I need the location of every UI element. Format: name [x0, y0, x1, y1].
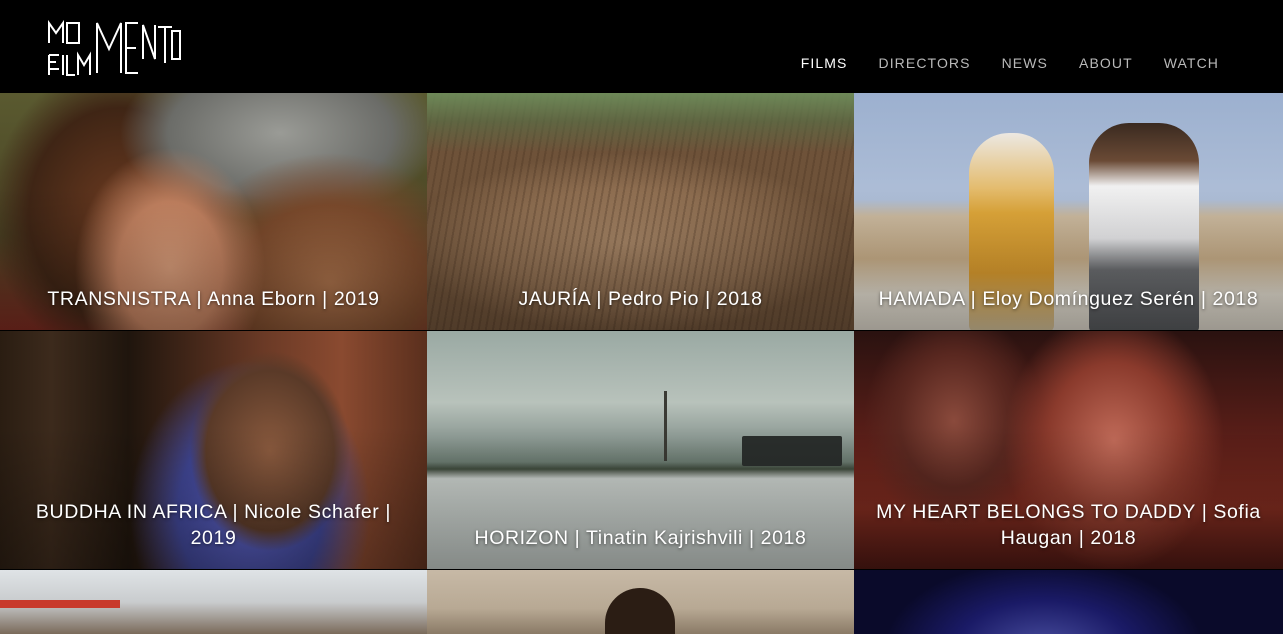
film-caption: JAURÍA | Pedro Pio | 2018 [518, 288, 763, 310]
nav-about[interactable]: ABOUT [1079, 54, 1133, 72]
film-tile-horizon[interactable]: HORIZON | Tinatin Kajrishvili | 2018 [427, 331, 854, 569]
main-nav: FILMS DIRECTORS NEWS ABOUT WATCH [801, 54, 1219, 72]
nav-directors[interactable]: DIRECTORS [878, 54, 970, 72]
film-tile-my-heart-belongs-to-daddy[interactable]: MY HEART BELONGS TO DADDY | Sofia Haugan… [854, 331, 1283, 569]
film-tile-row3-3[interactable] [854, 570, 1283, 634]
nav-watch[interactable]: WATCH [1164, 54, 1219, 72]
film-caption: MY HEART BELONGS TO DADDY | Sofia Haugan… [876, 501, 1261, 549]
nav-films[interactable]: FILMS [801, 54, 848, 72]
film-tile-row3-2[interactable] [427, 570, 854, 634]
film-still-image [854, 570, 1283, 634]
film-caption: HAMADA | Eloy Domínguez Serén | 2018 [878, 288, 1259, 310]
film-caption: HORIZON | Tinatin Kajrishvili | 2018 [474, 527, 807, 549]
film-tile-hamada[interactable]: HAMADA | Eloy Domínguez Serén | 2018 [854, 93, 1283, 330]
building-stripe [0, 600, 120, 608]
logo-mark-icon [48, 19, 181, 76]
momento-film-logo[interactable] [47, 19, 183, 79]
film-tile-jauria[interactable]: JAURÍA | Pedro Pio | 2018 [427, 93, 854, 330]
film-tile-transnistra[interactable]: TRANSNISTRA | Anna Eborn | 2019 [0, 93, 427, 330]
nav-news[interactable]: NEWS [1002, 54, 1048, 72]
site-header: FILMS DIRECTORS NEWS ABOUT WATCH [0, 0, 1283, 93]
film-tile-buddha-in-africa[interactable]: BUDDHA IN AFRICA | Nicole Schafer | 2019 [0, 331, 427, 569]
film-tile-row3-1[interactable] [0, 570, 427, 634]
film-caption: TRANSNISTRA | Anna Eborn | 2019 [47, 288, 380, 310]
film-caption: BUDDHA IN AFRICA | Nicole Schafer | 2019 [35, 501, 392, 549]
